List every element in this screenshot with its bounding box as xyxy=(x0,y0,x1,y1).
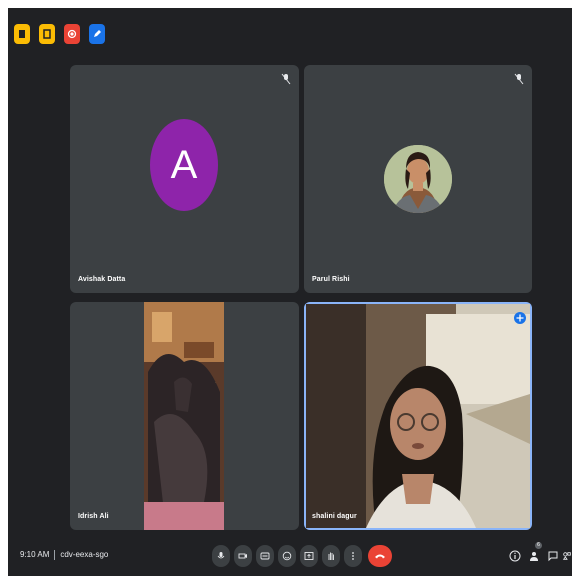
meet-window: A Avishak Datta Parul Rishi Idrish Ali s… xyxy=(8,8,572,576)
phone-hangup-icon xyxy=(375,554,385,559)
raise-hand-button[interactable] xyxy=(322,545,340,567)
meeting-control-bar: 9:10 AM cdv-eexa-sgo 6 xyxy=(8,526,572,576)
profile-photo xyxy=(384,145,452,213)
participants-count-badge: 6 xyxy=(535,542,542,549)
meeting-info: 9:10 AM cdv-eexa-sgo xyxy=(20,550,108,560)
participant-tile-idrish[interactable]: Idrish Ali xyxy=(70,302,299,530)
participant-video xyxy=(144,302,224,530)
microphone-button[interactable] xyxy=(212,545,230,567)
captions-icon xyxy=(260,552,270,560)
participant-tile-parul[interactable]: Parul Rishi xyxy=(304,65,532,293)
people-icon xyxy=(530,552,538,561)
hand-icon xyxy=(328,552,334,560)
participant-name: Idrish Ali xyxy=(78,513,109,520)
participants-button[interactable]: 6 xyxy=(528,542,542,564)
participant-tile-avishak[interactable]: A Avishak Datta xyxy=(70,65,299,293)
microphone-icon xyxy=(217,552,225,559)
more-vert-icon xyxy=(352,552,354,560)
activities-button[interactable] xyxy=(562,548,572,564)
edit-extension-icon[interactable] xyxy=(89,24,105,44)
avatar: A xyxy=(150,119,218,211)
pin-icon[interactable] xyxy=(514,312,526,324)
leave-call-button[interactable] xyxy=(368,545,392,567)
present-button[interactable] xyxy=(300,545,318,567)
meeting-time: 9:10 AM xyxy=(20,550,50,560)
attendance-extension-icon[interactable] xyxy=(39,24,55,44)
more-options-button[interactable] xyxy=(344,545,362,567)
participant-name: shalini dagur xyxy=(312,513,357,520)
present-screen-icon xyxy=(304,552,314,560)
record-extension-icon[interactable] xyxy=(64,24,80,44)
camera-button[interactable] xyxy=(234,545,252,567)
mic-off-icon xyxy=(281,73,291,85)
reactions-button[interactable] xyxy=(278,545,296,567)
captions-button[interactable] xyxy=(256,545,274,567)
participant-name: Avishak Datta xyxy=(78,276,126,283)
mic-off-icon xyxy=(514,73,524,85)
info-icon xyxy=(509,550,521,562)
shapes-icon xyxy=(562,552,571,560)
meeting-code: cdv-eexa-sgo xyxy=(60,550,109,560)
participant-video xyxy=(306,304,530,528)
chat-button[interactable] xyxy=(546,548,560,564)
emoji-icon xyxy=(282,551,292,561)
participant-tile-shalini[interactable]: shalini dagur xyxy=(304,302,532,530)
camera-icon xyxy=(238,553,247,559)
participant-name: Parul Rishi xyxy=(312,276,350,283)
meeting-details-button[interactable] xyxy=(508,548,522,564)
notes-extension-icon[interactable] xyxy=(14,24,30,44)
chat-icon xyxy=(548,551,558,562)
